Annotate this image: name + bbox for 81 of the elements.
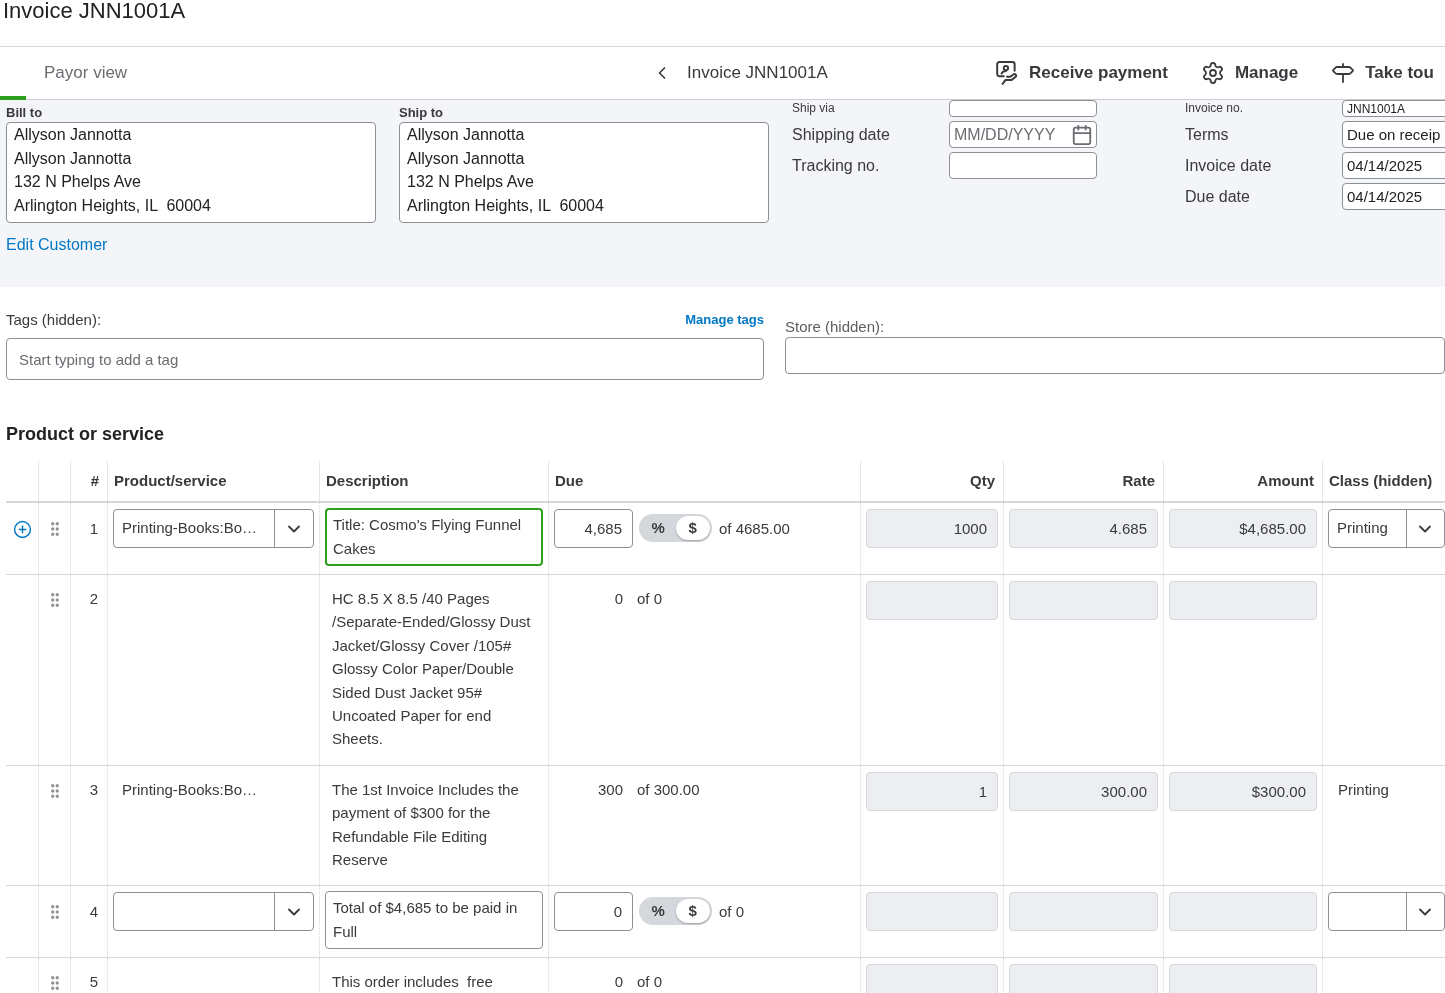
- bill-to-field[interactable]: Allyson Jannotta Allyson Jannotta 132 N Phelps Ave Arlington Heights, IL 60004: [6, 122, 376, 223]
- column-header: Qty: [970, 470, 995, 491]
- add-icon[interactable]: [12, 520, 32, 539]
- text-field[interactable]: 04/14/2025: [1342, 183, 1445, 210]
- calendar-icon[interactable]: [1071, 123, 1093, 146]
- column-header: Class (hidden): [1329, 470, 1433, 491]
- text-field[interactable]: JNN1001A: [1342, 100, 1445, 117]
- column-header: Due: [555, 470, 584, 491]
- card-hand-icon: [995, 61, 1019, 85]
- segmented-toggle[interactable]: % $: [639, 897, 712, 926]
- field-label: Ship via: [792, 101, 835, 116]
- due-field[interactable]: 4,685: [554, 509, 633, 548]
- field-label: Invoice no.: [1185, 101, 1244, 116]
- signpost-icon: [1331, 61, 1356, 85]
- number-field: 1000: [866, 509, 998, 548]
- view-tab[interactable]: Payor view: [44, 60, 128, 86]
- number-field: $4,685.00: [1169, 509, 1317, 548]
- description-field[interactable]: Title: Cosmo's Flying Funnel Cakes: [325, 508, 543, 566]
- header-title: Invoice JNN1001A: [687, 62, 829, 85]
- due-total: of 0: [637, 972, 663, 993]
- toggle-option[interactable]: %: [641, 899, 676, 924]
- ship-to-field[interactable]: Allyson Jannotta Allyson Jannotta 132 N Phelps Ave Arlington Heights, IL 60004: [399, 122, 769, 223]
- gear-icon: [1200, 61, 1225, 85]
- header-action[interactable]: Receive payment: [995, 60, 1168, 86]
- class-select[interactable]: Printing: [1328, 509, 1445, 548]
- description-field[interactable]: Total of $4,685 to be paid in Full: [325, 891, 543, 950]
- text-field[interactable]: [949, 100, 1097, 117]
- toggle-option[interactable]: %: [641, 516, 676, 540]
- due-amount: 0: [613, 589, 624, 609]
- product-name: Printing-Books:Bo…: [122, 780, 258, 798]
- field-label: Tracking no.: [792, 155, 880, 176]
- column-header: Product/service: [114, 470, 227, 491]
- column-header: Amount: [1257, 470, 1314, 491]
- product-select[interactable]: Printing-Books:Bo…: [113, 509, 314, 548]
- due-total: of 4685.00: [719, 519, 790, 539]
- store-field[interactable]: [785, 337, 1445, 374]
- header-action[interactable]: Take tou: [1331, 60, 1434, 86]
- field-label: Ship to: [399, 105, 444, 120]
- column-header: Description: [326, 470, 409, 491]
- due-total: of 0: [637, 589, 663, 609]
- due-total: of 0: [719, 902, 745, 923]
- row-number: 4: [89, 903, 98, 921]
- field-label: Store (hidden):: [785, 318, 885, 335]
- field-label: Due date: [1185, 186, 1250, 207]
- field-label: Terms: [1185, 124, 1229, 145]
- field-label: Tags (hidden):: [6, 309, 102, 330]
- header-action[interactable]: Manage: [1200, 60, 1299, 86]
- field-label: Shipping date: [792, 124, 890, 145]
- due-total: of 300.00: [637, 779, 700, 800]
- due-field[interactable]: 0: [554, 892, 633, 932]
- description-text: The 1st Invoice Includes the payment of $300 for the Refundable File Editing Reserve: [332, 779, 520, 871]
- column-header: #: [90, 470, 99, 491]
- number-field: 4.685: [1009, 509, 1158, 548]
- number-field: 1: [866, 771, 998, 811]
- number-field: 300.00: [1009, 771, 1158, 811]
- section-heading: Product or service: [6, 424, 165, 444]
- row-number: 5: [89, 973, 98, 991]
- text-field[interactable]: [949, 152, 1097, 179]
- text-field[interactable]: 04/14/2025: [1342, 152, 1445, 179]
- segmented-toggle[interactable]: % $: [639, 514, 712, 542]
- row-number: 2: [89, 590, 98, 607]
- tab-indicator: [0, 96, 26, 100]
- date-field[interactable]: MM/DD/YYYY: [949, 121, 1097, 148]
- edit-customer-link[interactable]: Edit Customer: [6, 236, 108, 254]
- description-text: HC 8.5 X 8.5 /40 Pages /Separate-Ended/Glossy Dust Jacket/Glossy Cover /105# Glossy Color Paper/Double Sided Dust Jacket 95# Uncoated Paper for end Sheets.: [332, 589, 532, 750]
- description-text: This order includes free: [332, 972, 494, 993]
- field-label: Invoice date: [1185, 155, 1272, 176]
- manage-tags-link[interactable]: Manage tags: [685, 310, 764, 330]
- due-amount: 300: [596, 779, 624, 800]
- number-field: $300.00: [1169, 771, 1317, 811]
- page-title: Invoice JNN1001A: [3, 0, 186, 22]
- text-field[interactable]: Due on receip: [1342, 121, 1445, 148]
- column-header: Rate: [1122, 470, 1155, 491]
- due-amount: 0: [613, 972, 624, 993]
- row-number: 1: [89, 520, 98, 537]
- field-label: Bill to: [6, 105, 43, 120]
- tags-field[interactable]: Start typing to add a tag: [6, 338, 764, 380]
- toggle-option[interactable]: $: [675, 899, 710, 924]
- row-number: 3: [89, 780, 98, 798]
- class-name: Printing: [1338, 780, 1389, 798]
- toggle-option[interactable]: $: [675, 516, 710, 540]
